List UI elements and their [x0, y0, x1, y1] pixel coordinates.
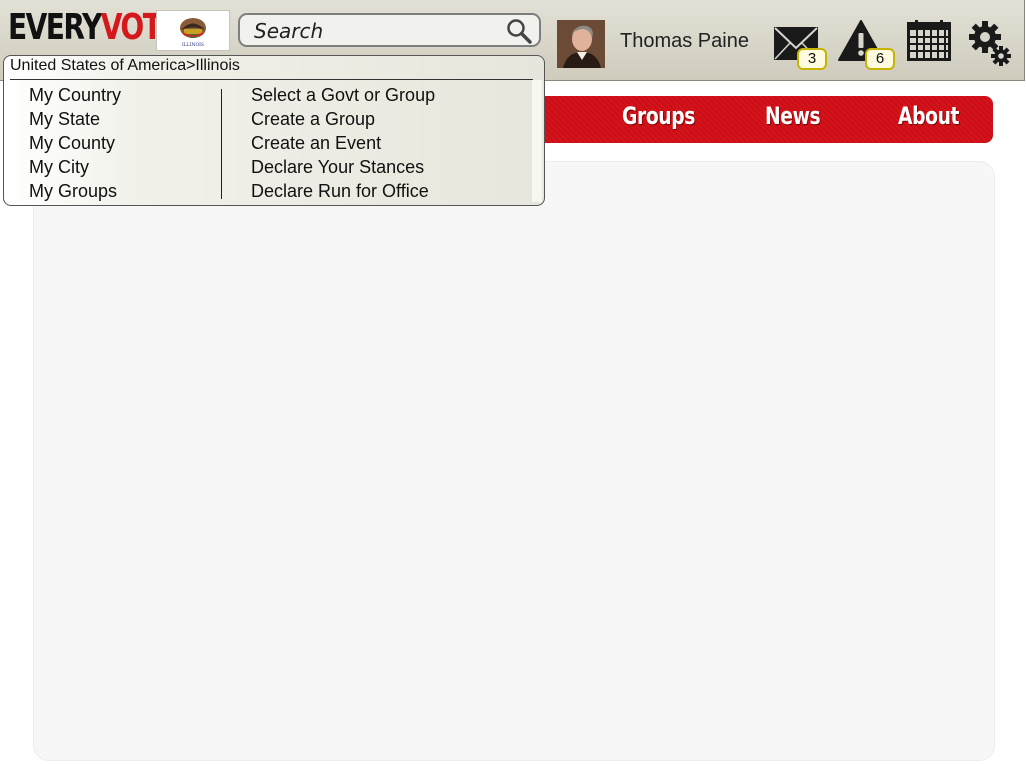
actions-menu: Select a Govt or Group Create a Group Cr… — [251, 83, 435, 203]
calendar-icon — [907, 20, 951, 61]
menu-item-my-groups[interactable]: My Groups — [29, 179, 121, 203]
menu-item-create-group[interactable]: Create a Group — [251, 107, 435, 131]
alerts-count-badge: 6 — [865, 48, 895, 70]
main-nav-bar: Groups News About — [500, 96, 993, 143]
avatar-portrait-icon — [557, 20, 605, 68]
messages-button[interactable]: 3 — [773, 24, 827, 72]
search-icon[interactable] — [505, 17, 533, 49]
dropdown-right-edge — [532, 80, 542, 202]
gears-icon — [969, 21, 1011, 66]
nav-item-about[interactable]: About — [898, 102, 959, 130]
dropdown-divider-horizontal — [10, 79, 533, 80]
flag-caption: ILLINOIS — [182, 42, 204, 48]
menu-item-create-event[interactable]: Create an Event — [251, 131, 435, 155]
messages-count-badge: 3 — [797, 48, 827, 70]
calendar-button[interactable] — [906, 20, 952, 62]
user-avatar[interactable] — [557, 20, 605, 68]
location-breadcrumb[interactable]: United States of America>Illinois — [10, 57, 240, 75]
user-name[interactable]: Thomas Paine — [620, 30, 749, 53]
nav-item-news[interactable]: News — [765, 102, 821, 130]
illinois-flag-icon: ILLINOIS — [157, 11, 229, 50]
everyvote-logo[interactable]: EVERYVOTE — [8, 6, 179, 50]
state-flag-button[interactable]: ILLINOIS — [156, 10, 230, 51]
my-places-menu: My Country My State My County My City My… — [29, 83, 121, 203]
dropdown-divider-vertical — [221, 89, 222, 199]
menu-item-my-state[interactable]: My State — [29, 107, 121, 131]
menu-item-declare-stances[interactable]: Declare Your Stances — [251, 155, 435, 179]
menu-item-declare-run-for-office[interactable]: Declare Run for Office — [251, 179, 435, 203]
menu-item-select-govt-or-group[interactable]: Select a Govt or Group — [251, 83, 435, 107]
main-content-panel — [33, 161, 995, 761]
logo-every-text: EVERY — [8, 7, 102, 48]
settings-button[interactable] — [968, 20, 1012, 66]
menu-item-my-city[interactable]: My City — [29, 155, 121, 179]
nav-item-groups[interactable]: Groups — [622, 102, 695, 130]
menu-item-my-county[interactable]: My County — [29, 131, 121, 155]
alerts-button[interactable]: 6 — [838, 20, 895, 72]
search-box[interactable] — [238, 13, 541, 47]
menu-item-my-country[interactable]: My Country — [29, 83, 121, 107]
location-dropdown-menu: United States of America>Illinois My Cou… — [3, 55, 545, 206]
search-input[interactable] — [252, 17, 506, 45]
